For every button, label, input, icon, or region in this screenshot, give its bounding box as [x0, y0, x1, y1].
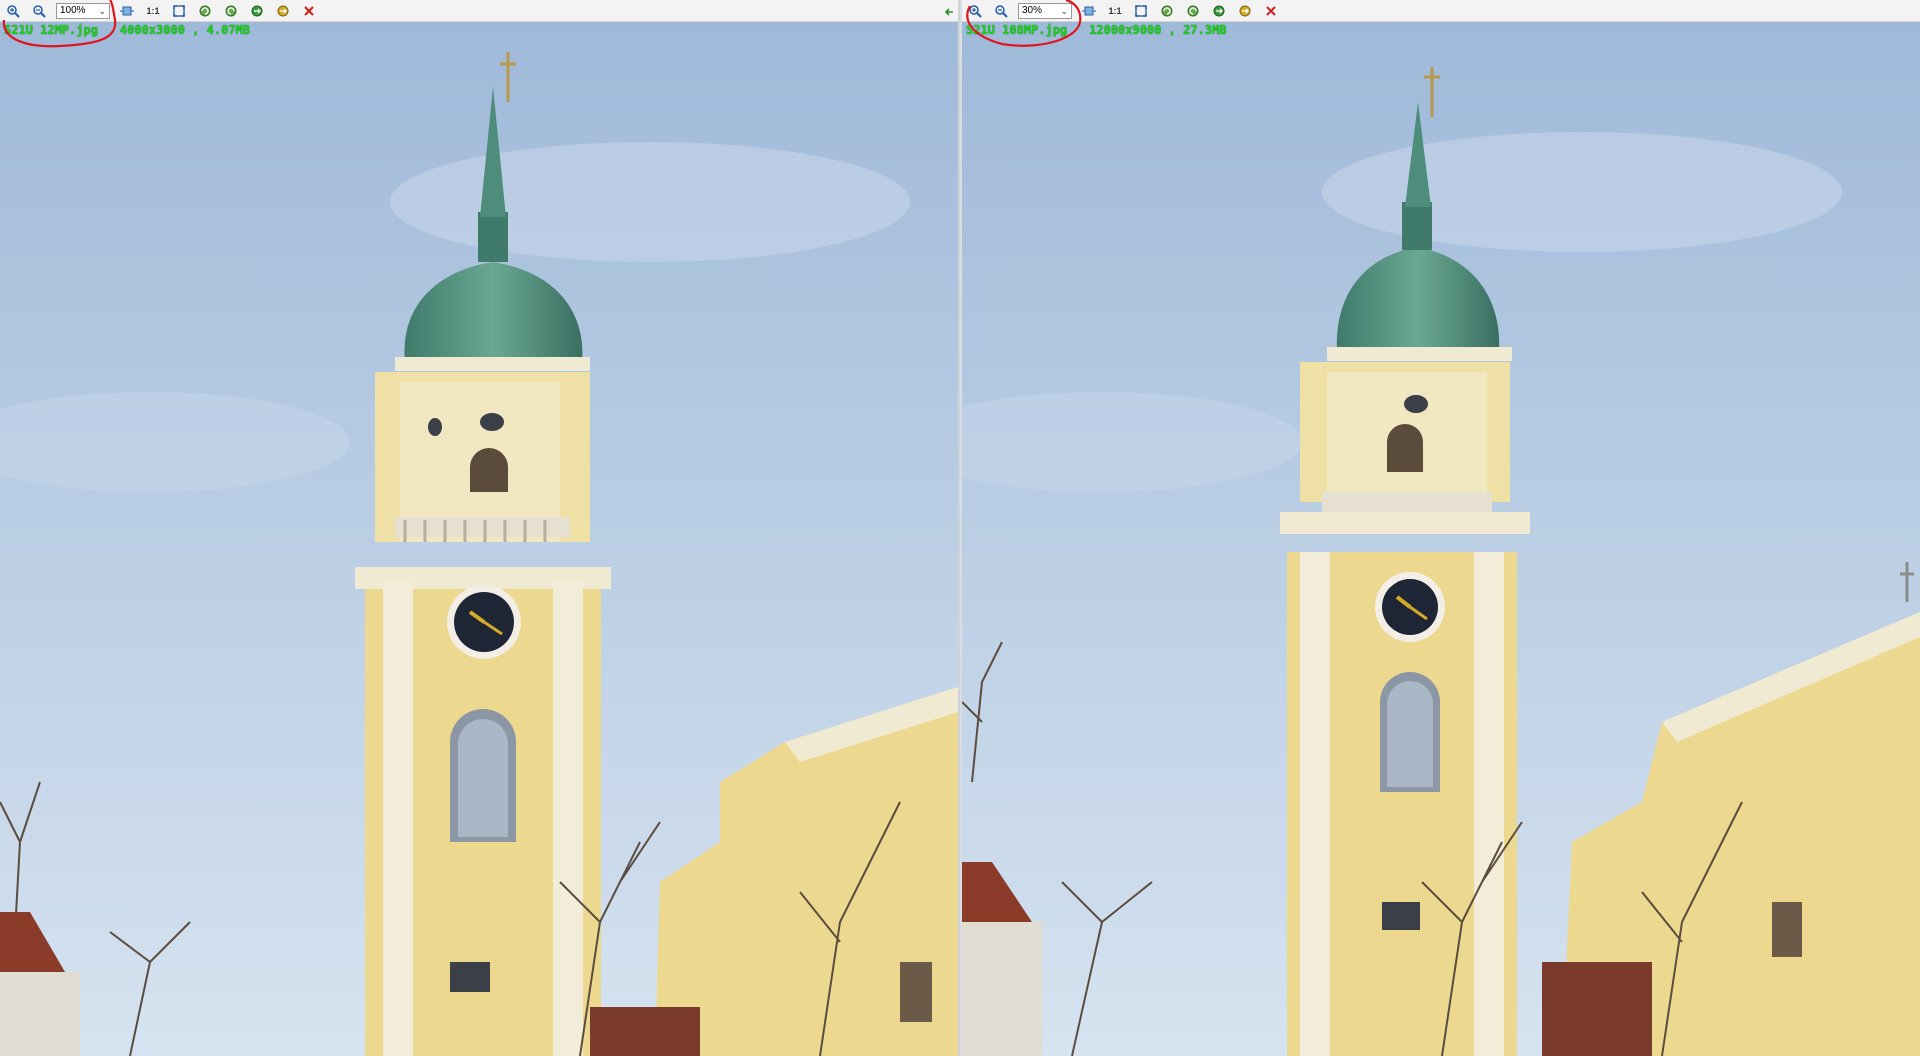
left-image-info: S21U 12MP.jpg 4000x3000 , 4.07MB — [4, 23, 250, 37]
zoom-value: 30% — [1022, 4, 1043, 16]
rotate-left-icon[interactable] — [196, 2, 214, 20]
right-filename: S21U 108MP.jpg — [966, 23, 1068, 37]
fit-window-icon[interactable] — [170, 2, 188, 20]
zoom-in-icon[interactable] — [4, 2, 22, 20]
actual-size-button[interactable]: 1:1 — [1106, 2, 1124, 20]
chevron-down-icon: ⌄ — [98, 5, 106, 16]
rotate-right-icon[interactable] — [1184, 2, 1202, 20]
save-icon[interactable] — [1236, 2, 1254, 20]
zoom-out-icon[interactable] — [992, 2, 1010, 20]
actual-size-button[interactable]: 1:1 — [144, 2, 162, 20]
close-icon[interactable] — [300, 2, 318, 20]
right-image-info: S21U 108MP.jpg 12000x9000 , 27.3MB — [966, 23, 1226, 37]
arrow-left-icon[interactable] — [944, 5, 956, 23]
refresh-icon[interactable] — [248, 2, 266, 20]
left-filename: S21U 12MP.jpg — [4, 23, 98, 37]
zoom-select[interactable]: 100% ⌄ — [56, 2, 110, 19]
fit-icon[interactable] — [1080, 2, 1098, 20]
chevron-down-icon: ⌄ — [1060, 5, 1068, 16]
left-image-pane: 100% ⌄ 1:1 S21U 12MP.jpg 4000x3000 , 4.07… — [0, 0, 960, 1056]
left-dimensions: 4000x3000 , 4.07MB — [119, 23, 250, 37]
fit-window-icon[interactable] — [1132, 2, 1150, 20]
zoom-in-icon[interactable] — [966, 2, 984, 20]
right-toolbar: 30% ⌄ 1:1 — [962, 0, 1920, 22]
zoom-value: 100% — [60, 4, 86, 16]
right-photo — [962, 22, 1920, 1056]
left-photo — [0, 22, 958, 1056]
save-icon[interactable] — [274, 2, 292, 20]
fit-icon[interactable] — [118, 2, 136, 20]
rotate-right-icon[interactable] — [222, 2, 240, 20]
right-dimensions: 12000x9000 , 27.3MB — [1089, 23, 1227, 37]
right-image-pane: 30% ⌄ 1:1 S21U 108MP.jpg 12000x9000 , 27.… — [962, 0, 1920, 1056]
zoom-out-icon[interactable] — [30, 2, 48, 20]
refresh-icon[interactable] — [1210, 2, 1228, 20]
close-icon[interactable] — [1262, 2, 1280, 20]
zoom-select[interactable]: 30% ⌄ — [1018, 2, 1072, 19]
rotate-left-icon[interactable] — [1158, 2, 1176, 20]
left-toolbar: 100% ⌄ 1:1 — [0, 0, 958, 22]
